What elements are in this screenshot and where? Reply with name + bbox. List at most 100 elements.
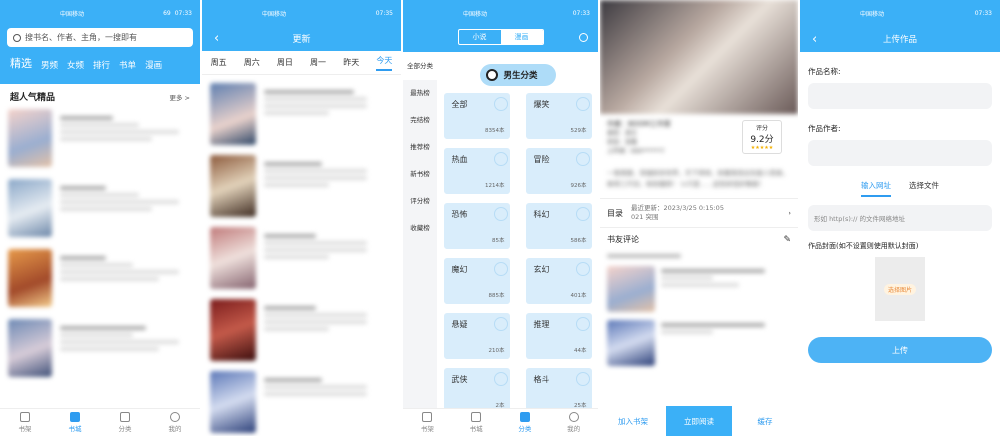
side-item[interactable]: 完结榜 — [403, 107, 437, 134]
carrier: 中国移动 — [463, 10, 488, 18]
grid-icon — [519, 412, 530, 422]
category-count: 1214本 — [485, 183, 505, 189]
list-item[interactable] — [8, 249, 192, 307]
back-icon[interactable]: ‹ — [214, 31, 219, 46]
side-item[interactable]: 收藏榜 — [403, 215, 437, 242]
category-count: 8354本 — [485, 128, 505, 134]
tab-rank[interactable]: 排行 — [93, 59, 110, 71]
back-icon[interactable]: ‹ — [812, 32, 817, 47]
bottom-nav: 书架 书城 分类 我的 — [403, 408, 598, 436]
category-name: 格斗 — [533, 375, 550, 384]
author-field[interactable] — [808, 140, 992, 166]
header: 中国移动 07:33 ‹ 上传作品 — [800, 0, 1000, 52]
list-item[interactable] — [8, 179, 192, 237]
search-icon[interactable] — [579, 32, 588, 42]
more-label: 更多 — [169, 93, 183, 102]
nav-bookstore[interactable]: 书城 — [69, 412, 82, 433]
nav-category[interactable]: 分类 — [518, 412, 531, 433]
nav-bookshelf[interactable]: 书架 — [421, 412, 434, 433]
tab-today[interactable]: 今天 — [376, 55, 393, 71]
category-card[interactable]: 热血 1214本 — [443, 148, 510, 194]
url-input[interactable]: 形如 http(s):// 的文件网络地址 — [808, 205, 992, 231]
side-item[interactable]: 新书榜 — [403, 161, 437, 188]
category-card[interactable]: 全部 8354本 — [443, 93, 510, 139]
nav-mine[interactable]: 我的 — [169, 412, 182, 433]
side-item[interactable]: 推荐榜 — [403, 134, 437, 161]
section-title: 超人气精品 — [10, 93, 56, 103]
bottom-nav: 书架 书城 分类 我的 — [0, 408, 200, 436]
url-placeholder: 形如 http(s):// 的文件网络地址 — [814, 215, 906, 223]
tab-day[interactable]: 周日 — [277, 57, 293, 68]
edit-icon[interactable]: ✎ — [783, 235, 791, 245]
list-item[interactable] — [210, 299, 393, 361]
tab-file[interactable]: 选择文件 — [909, 180, 939, 197]
cache-button[interactable]: 缓存 — [732, 406, 798, 436]
tab-male[interactable]: 男频 — [41, 59, 58, 71]
list-item[interactable] — [210, 371, 393, 433]
category-card[interactable]: 冒险 926本 — [525, 148, 592, 194]
category-card[interactable]: 魔幻 885本 — [443, 258, 510, 304]
category-count: 85本 — [492, 238, 505, 244]
list-item[interactable] — [8, 319, 192, 377]
list-item[interactable] — [210, 83, 393, 145]
screen-book-detail: 作者：BOOM工作室 类型：其它 状态：连载 上传者：K90******7 评分… — [600, 0, 798, 436]
nav-label: 分类 — [518, 425, 532, 433]
category-count: 401本 — [570, 293, 587, 299]
carrier: 中国移动 — [262, 10, 287, 18]
toc-row[interactable]: 目录 最近更新：2023/3/25 0:15:05 021 突围 › — [600, 198, 798, 228]
category-card[interactable]: 玄幻 401本 — [525, 258, 592, 304]
more-link[interactable]: 更多 > — [169, 92, 190, 102]
book-cover — [8, 179, 52, 237]
category-card[interactable]: 恐怖 85本 — [443, 203, 510, 249]
add-shelf-button[interactable]: 加入书架 — [600, 406, 666, 436]
side-item[interactable]: 最热榜 — [403, 80, 437, 107]
book-cover — [8, 249, 52, 307]
book-cover — [8, 319, 52, 377]
screen-category: 中国移动 07:33 小说 漫画 全部分类 最热榜 完结榜 推荐榜 新书榜 评分… — [403, 0, 598, 436]
upload-button[interactable]: 上传 — [808, 337, 992, 363]
nav-bookshelf[interactable]: 书架 — [19, 412, 32, 433]
category-card[interactable]: 爆笑 529本 — [525, 93, 592, 139]
cover-picker[interactable]: 选择图片 — [875, 257, 925, 321]
tab-day[interactable]: 周六 — [244, 57, 260, 68]
category-name: 爆笑 — [533, 100, 550, 109]
author-label: 作品作者: — [808, 124, 841, 133]
score-value: 9.2分 — [750, 135, 774, 145]
nav-category[interactable]: 分类 — [119, 412, 132, 433]
tab-booklist[interactable]: 书单 — [119, 59, 136, 71]
read-now-button[interactable]: 立即阅读 — [666, 406, 732, 436]
nav-label: 书架 — [420, 425, 434, 433]
name-label: 作品名称: — [808, 67, 841, 76]
user-icon — [170, 412, 180, 422]
category-card[interactable]: 推理 44本 — [525, 313, 592, 359]
home-icon — [471, 412, 482, 422]
side-item[interactable]: 评分榜 — [403, 188, 437, 215]
tab-comic[interactable]: 漫画 — [145, 59, 162, 71]
screen-bookstore: 中国移动 69 07:33 搜书名、作者、主角，一搜即有 精选 男频 女频 排行 … — [0, 0, 200, 436]
name-field[interactable] — [808, 83, 992, 109]
related-list — [600, 254, 798, 366]
tab-url[interactable]: 输入网址 — [861, 180, 891, 197]
tab-day[interactable]: 周五 — [211, 57, 227, 68]
category-card[interactable]: 科幻 586本 — [525, 203, 592, 249]
tab-featured[interactable]: 精选 — [10, 55, 32, 71]
day-tabs: 周五 周六 周日 周一 昨天 今天 — [202, 51, 401, 75]
seg-novel[interactable]: 小说 — [459, 30, 501, 44]
category-name: 推理 — [533, 320, 550, 329]
seg-comic[interactable]: 漫画 — [500, 30, 543, 44]
bookshelf-icon — [20, 412, 30, 422]
list-item[interactable] — [8, 109, 192, 167]
book-list — [0, 103, 200, 377]
side-item-all[interactable]: 全部分类 — [403, 52, 437, 80]
list-item[interactable] — [210, 227, 393, 289]
nav-mine[interactable]: 我的 — [567, 412, 580, 433]
search-bar[interactable]: 搜书名、作者、主角，一搜即有 — [7, 28, 193, 47]
tab-female[interactable]: 女频 — [67, 59, 84, 71]
nav-bookstore[interactable]: 书城 — [470, 412, 483, 433]
category-card[interactable]: 悬疑 210本 — [443, 313, 510, 359]
header: 中国移动 07:33 小说 漫画 — [403, 0, 598, 52]
search-placeholder: 搜书名、作者、主角，一搜即有 — [25, 33, 137, 42]
list-item[interactable] — [210, 155, 393, 217]
tab-day[interactable]: 周一 — [310, 57, 326, 68]
tab-day[interactable]: 昨天 — [343, 57, 359, 68]
